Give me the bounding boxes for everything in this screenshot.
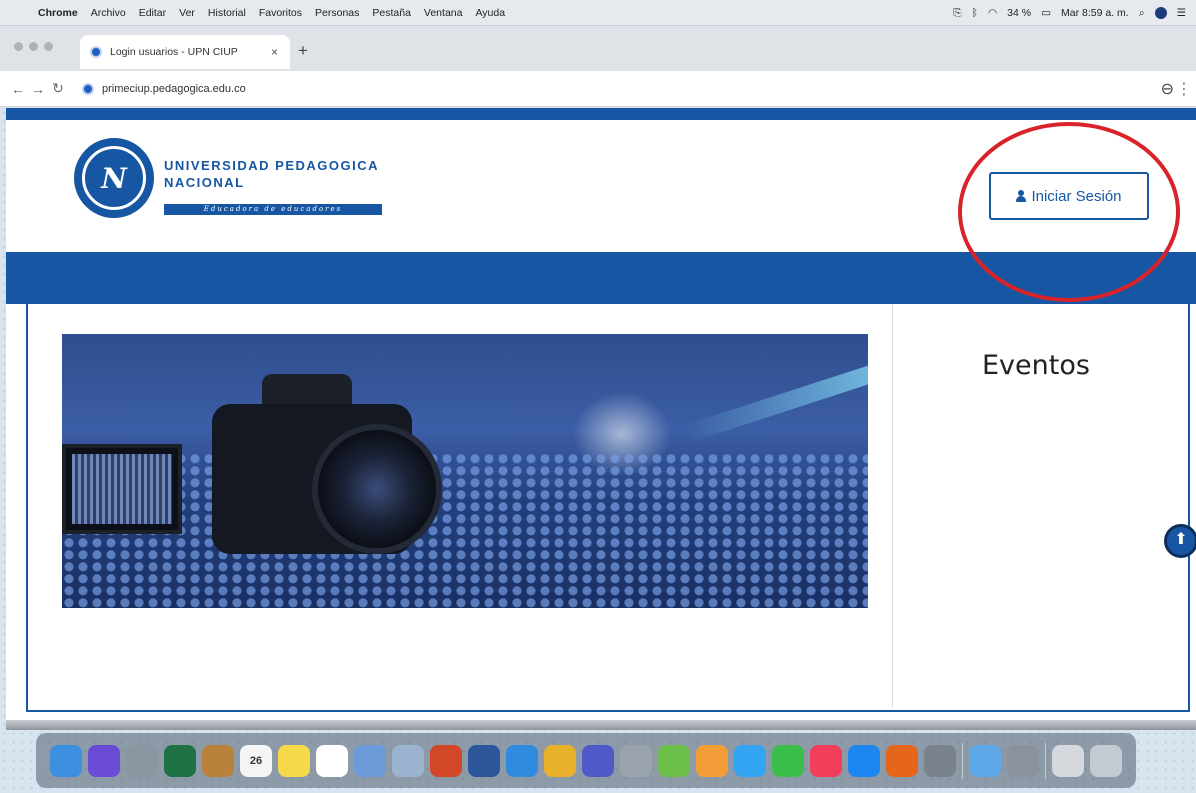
siri-icon[interactable]: [1154, 7, 1167, 19]
user-icon: [1016, 190, 1027, 202]
video-camera: [62, 374, 442, 574]
menu-item-historial[interactable]: Historial: [208, 7, 246, 19]
university-seal-logo[interactable]: N: [74, 138, 154, 218]
dock-icloud-icon[interactable]: [969, 744, 1001, 777]
menu-clock[interactable]: Mar 8:59 a. m.: [1061, 7, 1129, 19]
battery-level[interactable]: 34 %: [1007, 7, 1031, 19]
window-controls: [14, 42, 53, 51]
logo-text-line2: NACIONAL: [164, 175, 245, 190]
dock-stickies-icon[interactable]: [278, 744, 310, 777]
zoom-window-icon[interactable]: [44, 42, 53, 51]
dock-launchpad-icon[interactable]: [126, 744, 158, 777]
dock-reminders-icon[interactable]: [316, 744, 348, 777]
profile-icon[interactable]: ⊖: [1161, 79, 1174, 99]
login-button[interactable]: Iniciar Sesión: [989, 172, 1149, 220]
dock-teams-icon[interactable]: [582, 744, 614, 777]
laptop-bezel: [6, 720, 1196, 730]
tab-login-usuarios[interactable]: Login usuarios - UPN CIUP ×: [80, 35, 290, 69]
site-favicon-icon: [90, 46, 102, 58]
dock-files-icon[interactable]: [1052, 744, 1084, 777]
browser-menu-icon[interactable]: ⋮: [1176, 79, 1192, 99]
navigation-band: [6, 252, 1196, 304]
tab-strip: Login usuarios - UPN CIUP × +: [0, 27, 1196, 71]
dock-facetime-icon[interactable]: [772, 744, 804, 777]
menu-item-pestana[interactable]: Pestaña: [372, 7, 411, 19]
dock-excel-icon[interactable]: [164, 744, 196, 777]
control-center-icon[interactable]: ☰: [1177, 7, 1186, 19]
menu-item-ayuda[interactable]: Ayuda: [475, 7, 505, 19]
login-button-label: Iniciar Sesión: [1031, 187, 1122, 205]
minimize-window-icon[interactable]: [29, 42, 38, 51]
dock: 26: [36, 733, 1136, 788]
dock-powerpoint-icon[interactable]: [430, 744, 462, 777]
site-header: N UNIVERSIDAD PEDAGOGICA NACIONAL Educad…: [6, 120, 1196, 302]
dock-firefox-icon[interactable]: [886, 744, 918, 777]
menu-item-ventana[interactable]: Ventana: [424, 7, 463, 19]
dock-photos-icon[interactable]: [696, 744, 728, 777]
reload-icon[interactable]: ↻: [48, 80, 68, 97]
web-page: N UNIVERSIDAD PEDAGOGICA NACIONAL Educad…: [6, 108, 1196, 720]
main-content: Eventos: [6, 304, 1196, 712]
tab-close-icon[interactable]: ×: [271, 45, 278, 59]
camera-lens: [312, 424, 442, 554]
dock-word-icon[interactable]: [468, 744, 500, 777]
dock-help-icon[interactable]: [620, 744, 652, 777]
forward-arrow-icon[interactable]: →: [28, 81, 48, 97]
address-bar[interactable]: primeciup.pedagogica.edu.co: [82, 82, 246, 95]
events-banner-image: [62, 334, 868, 608]
menu-item-editar[interactable]: Editar: [139, 7, 166, 19]
menu-app-name[interactable]: Chrome: [38, 7, 78, 19]
tab-title: Login usuarios - UPN CIUP: [110, 46, 238, 58]
wifi-icon[interactable]: ◠: [988, 7, 997, 19]
dock-preview-icon[interactable]: [354, 744, 386, 777]
dock-app-store-icon[interactable]: [848, 744, 880, 777]
dock-music-icon[interactable]: [810, 744, 842, 777]
address-url[interactable]: primeciup.pedagogica.edu.co: [102, 83, 246, 95]
seal-monogram-icon: N: [101, 161, 127, 195]
dock-siri-icon[interactable]: [88, 744, 120, 777]
camera-screen-preview: [72, 454, 172, 524]
new-tab-button[interactable]: +: [298, 41, 308, 61]
bluetooth-icon[interactable]: ᛒ: [972, 7, 978, 19]
column-divider: [892, 304, 893, 708]
dock-calendar-icon[interactable]: 26: [240, 744, 272, 777]
menu-item-archivo[interactable]: Archivo: [91, 7, 126, 19]
camera-screen: [62, 444, 182, 534]
logo-text-line1: UNIVERSIDAD PEDAGOGICA: [164, 158, 380, 173]
dock-separator: [962, 742, 963, 779]
menu-item-ver[interactable]: Ver: [179, 7, 195, 19]
dock-maps-icon[interactable]: [658, 744, 690, 777]
dock-notes-book-icon[interactable]: [202, 744, 234, 777]
close-window-icon[interactable]: [14, 42, 23, 51]
scroll-to-top-button[interactable]: ⬆: [1164, 524, 1196, 558]
dock-system-preferences-icon[interactable]: [924, 744, 956, 777]
spotlight-icon[interactable]: ⌕: [1139, 7, 1145, 20]
dock-messages-icon[interactable]: [734, 744, 766, 777]
dock-dock-extra-icon[interactable]: [1007, 744, 1039, 777]
battery-icon: ▭: [1041, 7, 1051, 19]
dock-photos-app-icon[interactable]: [392, 744, 424, 777]
site-info-icon[interactable]: [82, 82, 94, 95]
stage-light: [684, 363, 868, 443]
menu-bar: Chrome Archivo Editar Ver Historial Favo…: [0, 0, 1196, 26]
menu-item-personas[interactable]: Personas: [315, 7, 359, 19]
logo-tagline: Educadora de educadores: [164, 204, 382, 215]
browser-toolbar: ← → ↻ primeciup.pedagogica.edu.co ⊖ ⋮: [0, 71, 1196, 107]
clipboard-icon[interactable]: ⎘: [953, 7, 961, 20]
back-arrow-icon[interactable]: ←: [8, 81, 28, 97]
dock-chrome-icon[interactable]: [544, 744, 576, 777]
top-accent-bar: [6, 108, 1196, 120]
events-heading: Eventos: [982, 350, 1090, 381]
menu-item-favoritos[interactable]: Favoritos: [259, 7, 302, 19]
dock-finder-icon[interactable]: [50, 744, 82, 777]
dock-separator: [1045, 742, 1046, 779]
dock-safari-icon[interactable]: [506, 744, 538, 777]
dock-trash-icon[interactable]: [1090, 744, 1122, 777]
menu-extras: ⎘ ᛒ ◠ 34 % ▭ Mar 8:59 a. m. ⌕ ☰: [953, 0, 1186, 26]
